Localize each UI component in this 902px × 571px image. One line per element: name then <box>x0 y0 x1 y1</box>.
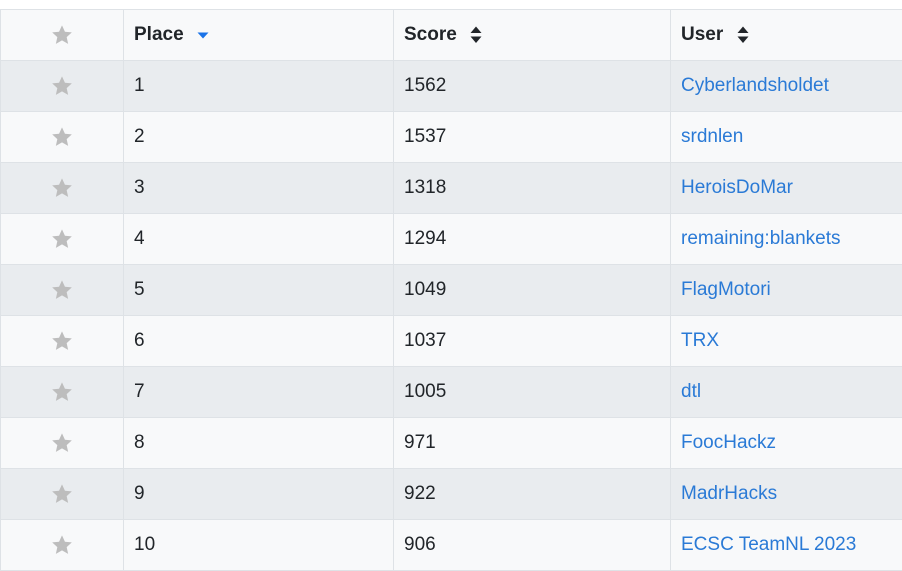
user-cell: ECSC TeamNL 2023 <box>670 519 902 571</box>
score-cell: 971 <box>393 417 671 469</box>
user-cell: FoocHackz <box>670 417 902 469</box>
table-row: 1 1562 Cyberlandsholdet <box>0 60 902 112</box>
place-cell: 6 <box>123 315 394 367</box>
user-cell: remaining:blankets <box>670 213 902 265</box>
star-icon[interactable] <box>51 330 73 352</box>
column-header-place[interactable]: Place <box>123 9 394 61</box>
place-cell: 7 <box>123 366 394 418</box>
place-cell: 4 <box>123 213 394 265</box>
star-icon[interactable] <box>51 75 73 97</box>
score-cell: 922 <box>393 468 671 520</box>
score-cell: 1537 <box>393 111 671 163</box>
scoreboard-table: Place Score User 1 1562 Cyberlandsholdet… <box>0 9 902 571</box>
star-icon[interactable] <box>51 24 73 46</box>
place-cell: 3 <box>123 162 394 214</box>
table-row: 3 1318 HeroisDoMar <box>0 162 902 214</box>
user-cell: srdnlen <box>670 111 902 163</box>
favorite-cell[interactable] <box>0 213 124 265</box>
table-row: 4 1294 remaining:blankets <box>0 213 902 265</box>
table-row: 2 1537 srdnlen <box>0 111 902 163</box>
user-cell: Cyberlandsholdet <box>670 60 902 112</box>
user-link[interactable]: remaining:blankets <box>681 228 840 249</box>
favorite-cell[interactable] <box>0 315 124 367</box>
column-header-user-label: User <box>681 24 724 45</box>
star-icon[interactable] <box>51 534 73 556</box>
user-cell: FlagMotori <box>670 264 902 316</box>
user-link[interactable]: FlagMotori <box>681 279 771 300</box>
sort-descending-icon[interactable] <box>197 31 209 39</box>
column-header-user[interactable]: User <box>670 9 902 61</box>
star-icon[interactable] <box>51 483 73 505</box>
favorites-column-header[interactable] <box>0 9 124 61</box>
score-cell: 1562 <box>393 60 671 112</box>
favorite-cell[interactable] <box>0 162 124 214</box>
user-link[interactable]: HeroisDoMar <box>681 177 793 198</box>
user-cell: HeroisDoMar <box>670 162 902 214</box>
favorite-cell[interactable] <box>0 60 124 112</box>
star-icon[interactable] <box>51 126 73 148</box>
place-cell: 9 <box>123 468 394 520</box>
user-cell: MadrHacks <box>670 468 902 520</box>
user-link[interactable]: TRX <box>681 330 719 351</box>
user-cell: TRX <box>670 315 902 367</box>
user-link[interactable]: srdnlen <box>681 126 743 147</box>
score-cell: 1005 <box>393 366 671 418</box>
favorite-cell[interactable] <box>0 519 124 571</box>
user-link[interactable]: Cyberlandsholdet <box>681 75 829 96</box>
star-icon[interactable] <box>51 432 73 454</box>
score-cell: 1037 <box>393 315 671 367</box>
sort-icon[interactable] <box>737 26 749 44</box>
user-link[interactable]: dtl <box>681 381 701 402</box>
column-header-place-label: Place <box>134 24 184 45</box>
place-cell: 1 <box>123 60 394 112</box>
table-row: 5 1049 FlagMotori <box>0 264 902 316</box>
score-cell: 906 <box>393 519 671 571</box>
table-header: Place Score User <box>0 9 902 61</box>
favorite-cell[interactable] <box>0 111 124 163</box>
user-cell: dtl <box>670 366 902 418</box>
favorite-cell[interactable] <box>0 366 124 418</box>
table-row: 7 1005 dtl <box>0 366 902 418</box>
table-row: 9 922 MadrHacks <box>0 468 902 520</box>
place-cell: 2 <box>123 111 394 163</box>
column-header-score[interactable]: Score <box>393 9 671 61</box>
table-row: 6 1037 TRX <box>0 315 902 367</box>
scoreboard-container: Place Score User 1 1562 Cyberlandsholdet… <box>0 9 902 571</box>
score-cell: 1318 <box>393 162 671 214</box>
favorite-cell[interactable] <box>0 264 124 316</box>
table-row: 8 971 FoocHackz <box>0 417 902 469</box>
column-header-score-label: Score <box>404 24 457 45</box>
favorite-cell[interactable] <box>0 417 124 469</box>
user-link[interactable]: FoocHackz <box>681 432 776 453</box>
score-cell: 1049 <box>393 264 671 316</box>
place-cell: 5 <box>123 264 394 316</box>
table-body: 1 1562 Cyberlandsholdet 2 1537 srdnlen 3… <box>0 60 902 571</box>
user-link[interactable]: ECSC TeamNL 2023 <box>681 534 856 555</box>
sort-icon[interactable] <box>470 26 482 44</box>
score-cell: 1294 <box>393 213 671 265</box>
header-row: Place Score User <box>0 9 902 61</box>
place-cell: 10 <box>123 519 394 571</box>
user-link[interactable]: MadrHacks <box>681 483 777 504</box>
favorite-cell[interactable] <box>0 468 124 520</box>
star-icon[interactable] <box>51 279 73 301</box>
star-icon[interactable] <box>51 228 73 250</box>
star-icon[interactable] <box>51 381 73 403</box>
star-icon[interactable] <box>51 177 73 199</box>
place-cell: 8 <box>123 417 394 469</box>
table-row: 10 906 ECSC TeamNL 2023 <box>0 519 902 571</box>
